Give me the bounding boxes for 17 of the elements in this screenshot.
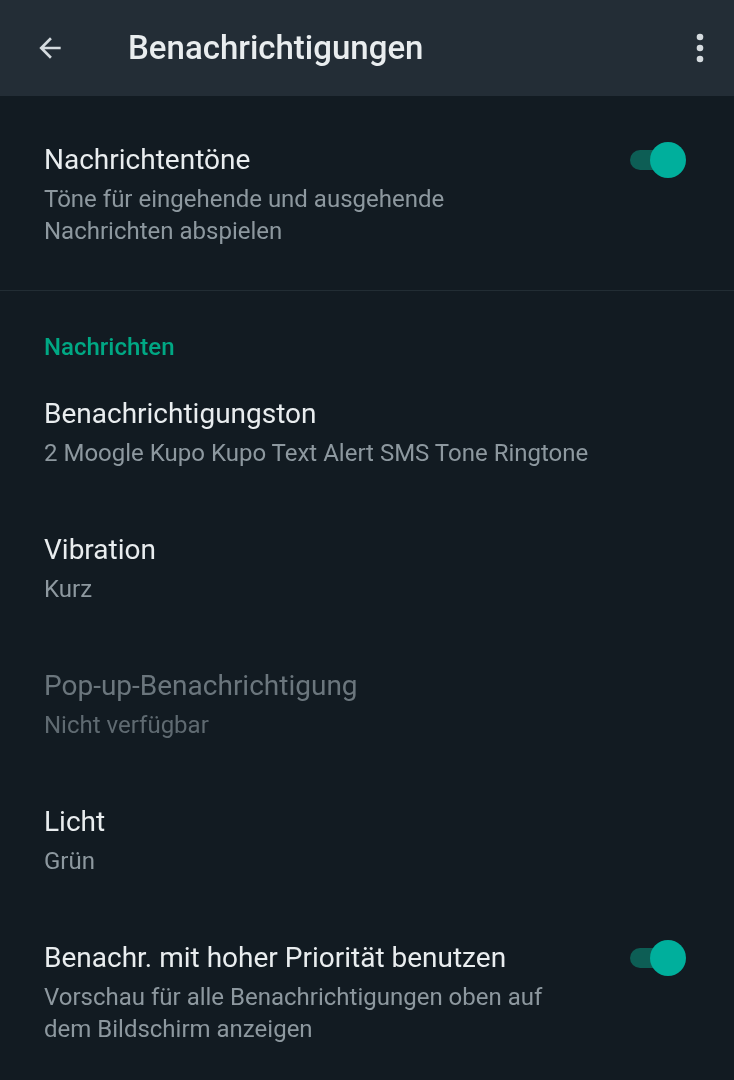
more-options-icon[interactable] (696, 33, 704, 63)
setting-title[interactable]: Licht (44, 805, 686, 839)
setting-title: Pop-up-Benachrichtigung (44, 669, 359, 703)
setting-description: Nicht verfügbar (44, 710, 210, 741)
toggle-switch[interactable] (628, 940, 686, 976)
app-bar-title: Benachrichtigungen (128, 27, 425, 70)
toggle-switch[interactable] (628, 142, 686, 178)
setting-description: Grün (44, 846, 96, 877)
setting-title[interactable]: Benachr. mit hoher Priorität benutzen (44, 941, 628, 975)
setting-description: Kurz (44, 574, 94, 605)
setting-title[interactable]: Vibration (44, 533, 686, 567)
setting-description: 2 Moogle Kupo Kupo Text Alert SMS Tone Ringtone (44, 438, 590, 469)
setting-description: Töne für eingehende und ausgehende Nachrichten abspielen (44, 184, 446, 247)
section-header: Nachrichten (43, 332, 176, 363)
setting-title[interactable]: Nachrichtentöne (44, 143, 628, 177)
setting-title[interactable]: Benachrichtigungston (44, 397, 686, 431)
setting-description: Vorschau für alle Benachrichtigungen oben auf dem Bildschirm anzeigen (44, 982, 544, 1045)
